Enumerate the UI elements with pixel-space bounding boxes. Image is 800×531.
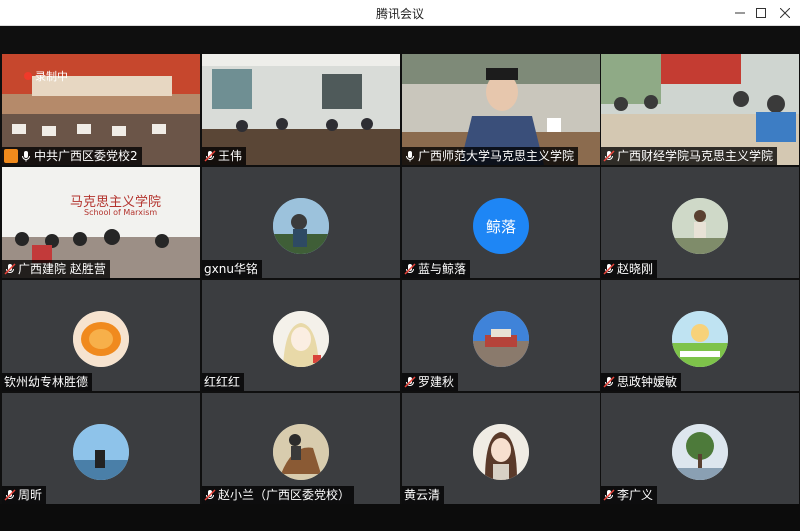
participant-name: 广西财经学院马克思主义学院: [617, 149, 774, 163]
avatar: [73, 311, 129, 367]
bottom-bar: [0, 504, 800, 531]
recording-label: 录制中: [35, 70, 68, 83]
avatar-image: [672, 424, 728, 480]
participant-tile[interactable]: 钦州幼专林胜德: [2, 280, 200, 391]
participant-label: 中共广西区委党校2: [2, 147, 142, 165]
participant-label: 罗建秋: [402, 373, 459, 391]
participant-tile[interactable]: 红红红: [202, 280, 400, 391]
participant-label: 广西师范大学马克思主义学院: [402, 147, 579, 165]
participant-label: 红红红: [202, 373, 245, 391]
participant-label: 蓝与鲸落: [402, 260, 471, 278]
participant-tile[interactable]: 录制中 中共广西区委党校2: [2, 54, 200, 165]
participant-label: 广西建院 赵胜营: [2, 260, 110, 278]
participant-tile[interactable]: 马克思主义学院 School of Marxism 广西建院 赵胜营: [2, 167, 200, 278]
avatar: [672, 424, 728, 480]
participant-tile[interactable]: 罗建秋: [402, 280, 600, 391]
avatar-image: [73, 311, 129, 367]
participant-tile[interactable]: gxnu华铭: [202, 167, 400, 278]
close-icon: [780, 8, 790, 18]
participant-name: 赵晓刚: [617, 262, 654, 276]
participant-label: 钦州幼专林胜德: [2, 373, 93, 391]
participant-tile[interactable]: 黄云清: [402, 393, 600, 504]
participant-name: 蓝与鲸落: [418, 262, 467, 276]
avatar-image: [473, 424, 529, 480]
mic-muted-icon: [603, 150, 615, 162]
participant-name: 广西师范大学马克思主义学院: [418, 149, 575, 163]
avatar: [73, 424, 129, 480]
participant-label: gxnu华铭: [202, 260, 262, 278]
participant-label: 周昕: [2, 486, 47, 504]
avatar: [672, 198, 728, 254]
participant-name: gxnu华铭: [204, 262, 258, 276]
mic-muted-icon: [603, 489, 615, 501]
participant-label: 王伟: [202, 147, 247, 165]
participant-name: 黄云清: [404, 488, 441, 502]
participant-label: 黄云清: [402, 486, 445, 504]
participant-tile[interactable]: 思政钟嫒敏: [601, 280, 799, 391]
participant-name: 李广义: [617, 488, 654, 502]
avatar: [473, 424, 529, 480]
mic-muted-icon: [204, 489, 216, 501]
video-grid: 录制中 中共广西区委党校2 王伟 广西师范大学马克思主义学院 广西财经学院马克思…: [0, 52, 800, 504]
title-bar: 腾讯会议: [0, 0, 800, 26]
participant-tile[interactable]: 广西财经学院马克思主义学院: [601, 54, 799, 165]
record-dot-icon: [24, 72, 32, 80]
participant-tile[interactable]: 李广义: [601, 393, 799, 504]
avatar-image: [473, 311, 529, 367]
participant-label: 赵晓刚: [601, 260, 658, 278]
participant-label: 广西财经学院马克思主义学院: [601, 147, 778, 165]
mic-icon: [406, 151, 414, 162]
mic-muted-icon: [404, 376, 416, 388]
avatar: [273, 311, 329, 367]
avatar-image: [672, 311, 728, 367]
host-icon: [4, 149, 18, 163]
participant-name: 王伟: [218, 149, 243, 163]
mic-muted-icon: [4, 263, 16, 275]
mic-muted-icon: [404, 263, 416, 275]
participant-tile[interactable]: 周昕: [2, 393, 200, 504]
avatar-image: [73, 424, 129, 480]
avatar-image: [672, 198, 728, 254]
mic-muted-icon: [4, 489, 16, 501]
participant-name: 罗建秋: [418, 375, 455, 389]
participant-tile[interactable]: 王伟: [202, 54, 400, 165]
mic-muted-icon: [603, 376, 615, 388]
mic-muted-icon: [603, 263, 615, 275]
mic-muted-icon: [204, 150, 216, 162]
participant-tile[interactable]: 鲸落 蓝与鲸落: [402, 167, 600, 278]
window-title: 腾讯会议: [375, 7, 424, 21]
avatar: [273, 198, 329, 254]
participant-name: 红红红: [204, 375, 241, 389]
participant-name: 赵小兰（广西区委党校）: [218, 488, 351, 502]
recording-indicator: 录制中: [24, 68, 68, 84]
participant-label: 思政钟嫒敏: [601, 373, 682, 391]
participant-name: 中共广西区委党校2: [34, 149, 138, 163]
participant-name: 广西建院 赵胜营: [18, 262, 106, 276]
participant-label: 李广义: [601, 486, 658, 504]
participant-tile[interactable]: 赵小兰（广西区委党校）: [202, 393, 400, 504]
close-button[interactable]: [770, 0, 800, 26]
participant-name: 钦州幼专林胜德: [4, 375, 89, 389]
avatar: [273, 424, 329, 480]
participant-name: 周昕: [18, 488, 43, 502]
avatar-image: [273, 198, 329, 254]
mic-icon: [22, 151, 30, 162]
avatar-image: [273, 311, 329, 367]
maximize-icon: [756, 8, 766, 18]
participant-tile[interactable]: 赵晓刚: [601, 167, 799, 278]
participant-label: 赵小兰（广西区委党校）: [202, 486, 355, 504]
avatar: [473, 311, 529, 367]
banner-subtitle: School of Marxism: [84, 208, 158, 217]
participant-name: 思政钟嫒敏: [617, 375, 678, 389]
avatar-image: [273, 424, 329, 480]
avatar: [672, 311, 728, 367]
participant-tile-active-speaker[interactable]: 广西师范大学马克思主义学院: [402, 54, 600, 165]
avatar: 鲸落: [473, 198, 529, 254]
minimize-icon: [735, 12, 745, 14]
